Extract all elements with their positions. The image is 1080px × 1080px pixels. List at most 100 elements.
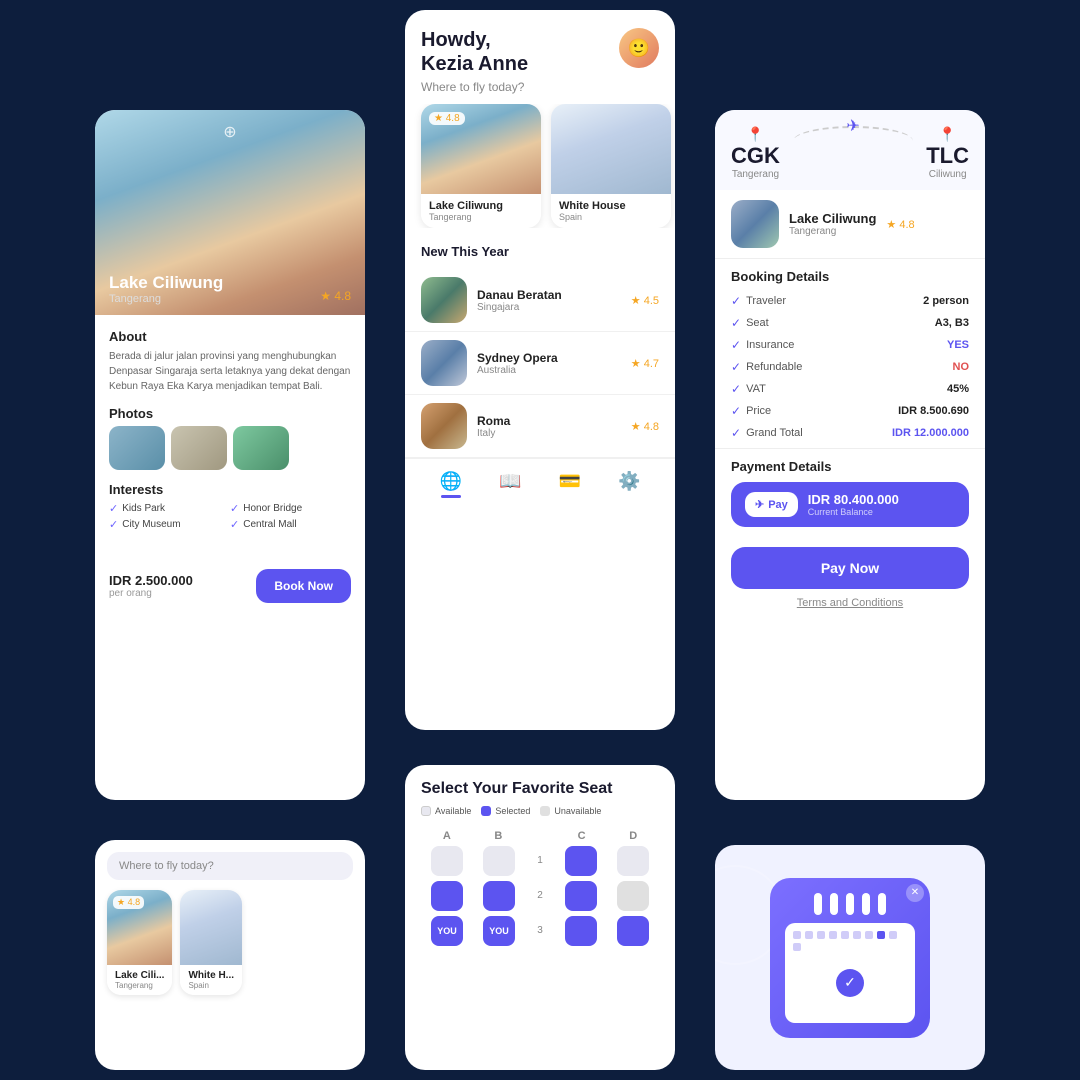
close-icon[interactable]: ✕ <box>906 884 924 902</box>
dest-card-venice[interactable]: Lake Ciliwung Tangerang ★ 4.8 <box>421 104 541 228</box>
nav-card-icon[interactable]: 💳 <box>559 471 581 498</box>
booking-dest-img <box>731 200 779 248</box>
list-item-2[interactable]: Sydney Opera Australia ★ 4.7 <box>405 332 675 395</box>
check-icon: ✓ <box>731 382 741 396</box>
pay-now-button[interactable]: Pay Now <box>731 547 969 589</box>
pay-badge[interactable]: ✈ Pay <box>745 492 798 517</box>
detail-body: About Berada di jalur jalan provinsi yan… <box>95 315 365 559</box>
seat-select-card: Select Your Favorite Seat Available Sele… <box>405 765 675 1070</box>
list-info-2: Sydney Opera Australia <box>477 351 621 376</box>
photos-row <box>109 426 351 470</box>
seat-3a[interactable]: YOU <box>431 916 463 946</box>
seat-row-2: 2 <box>421 881 659 911</box>
cal-dot-highlight <box>877 931 885 939</box>
origin-city: Tangerang <box>731 169 780 180</box>
cal-ring-5 <box>878 893 886 915</box>
seat-1a[interactable] <box>431 846 463 876</box>
dest-info-1: Lake Ciliwung Tangerang <box>421 194 541 228</box>
pay-badge-label: Pay <box>768 499 788 511</box>
mini-search-bar[interactable]: Where to fly today? <box>107 852 353 880</box>
booking-route: 📍 CGK Tangerang ✈ 📍 TLC Ciliwung <box>715 110 985 190</box>
seat-2c[interactable] <box>565 881 597 911</box>
booking-dest-info: Lake Ciliwung Tangerang ★ 4.8 <box>715 190 985 259</box>
mini-card-white[interactable]: White H... Spain <box>180 890 242 995</box>
list-name-3: Roma <box>477 414 621 428</box>
cal-dot <box>889 931 897 939</box>
mini-loc-1: Tangerang <box>115 981 164 990</box>
nav-active-indicator <box>441 495 461 498</box>
price-value: IDR 2.500.000 <box>109 573 193 588</box>
dest-loc-1: Tangerang <box>429 212 533 222</box>
list-info-3: Roma Italy <box>477 414 621 439</box>
col-d: D <box>616 830 650 842</box>
dest-city: Ciliwung <box>926 169 969 180</box>
dot-selected <box>481 806 491 816</box>
photos-label: Photos <box>109 406 351 421</box>
dest-card-white[interactable]: White House Spain <box>551 104 671 228</box>
list-item-1[interactable]: Danau Beratan Singajara ★ 4.5 <box>405 269 675 332</box>
seat-2b[interactable] <box>483 881 515 911</box>
pin-from-icon: 📍 <box>731 126 780 143</box>
seat-header: Select Your Favorite Seat Available Sele… <box>405 765 675 824</box>
col-b: B <box>481 830 515 842</box>
insurance-val: YES <box>947 339 969 351</box>
nav-globe[interactable]: 🌐 <box>440 471 462 498</box>
list-rating-1: ★ 4.5 <box>631 294 659 307</box>
price-sub: per orang <box>109 588 193 599</box>
seat-1c[interactable] <box>565 846 597 876</box>
avatar[interactable]: 🙂 <box>619 28 659 68</box>
interests-label: Interests <box>109 482 351 497</box>
thumb-opera <box>421 340 467 386</box>
seat-3b[interactable]: YOU <box>483 916 515 946</box>
cal-check-icon[interactable]: ✓ <box>836 969 864 997</box>
row-num-3: 3 <box>535 925 545 936</box>
seat-row-3: YOU YOU 3 <box>421 916 659 946</box>
seat-1b[interactable] <box>483 846 515 876</box>
seat-2d <box>617 881 649 911</box>
booking-details-label: Booking Details <box>715 259 985 290</box>
legend-unavailable: Unavailable <box>540 806 601 816</box>
pay-amount: IDR 80.400.000 <box>808 492 899 507</box>
seat-grid: A B C D 1 2 YOU YOU 3 <box>405 824 675 957</box>
nav-settings-icon[interactable]: ⚙️ <box>618 471 640 498</box>
col-a: A <box>430 830 464 842</box>
interest-1: ✓Kids Park <box>109 502 230 515</box>
booking-dest-name: Lake Ciliwung <box>789 211 876 226</box>
mini-name-2: White H... <box>188 970 234 981</box>
booking-row-seat: ✓Seat A3, B3 <box>715 312 985 334</box>
thumb-temple <box>421 277 467 323</box>
seat-1d[interactable] <box>617 846 649 876</box>
interest-3: ✓City Museum <box>109 518 230 531</box>
mini-img-white <box>180 890 242 965</box>
pin-to-icon: 📍 <box>926 126 969 143</box>
booking-row-price: ✓Price IDR 8.500.690 <box>715 400 985 422</box>
seat-3d[interactable] <box>617 916 649 946</box>
price-val: IDR 8.500.690 <box>898 405 969 417</box>
col-num <box>533 830 547 842</box>
nav-book-icon[interactable]: 📖 <box>499 471 521 498</box>
booking-card: 📍 CGK Tangerang ✈ 📍 TLC Ciliwung Lake Ci… <box>715 110 985 800</box>
check-icon: ✓ <box>230 518 239 531</box>
book-now-button[interactable]: Book Now <box>256 569 351 603</box>
seat-3c[interactable] <box>565 916 597 946</box>
globe-icon: ⊕ <box>223 122 236 142</box>
mini-loc-2: Spain <box>188 981 234 990</box>
cal-dot <box>865 931 873 939</box>
new-this-year-label: New This Year <box>405 244 675 259</box>
col-c: C <box>565 830 599 842</box>
list-loc-1: Singajara <box>477 302 621 313</box>
list-item-3[interactable]: Roma Italy ★ 4.8 <box>405 395 675 458</box>
plane-icon: ✈ <box>846 116 859 136</box>
about-label: About <box>109 329 351 344</box>
route-line: 📍 CGK Tangerang ✈ 📍 TLC Ciliwung <box>731 126 969 180</box>
cal-dot <box>841 931 849 939</box>
booking-dest-text: Lake Ciliwung Tangerang <box>789 211 876 237</box>
pay-row: ✈ Pay IDR 80.400.000 Current Balance <box>731 482 969 527</box>
list-rating-3: ★ 4.8 <box>631 420 659 433</box>
seat-2a[interactable] <box>431 881 463 911</box>
mini-card-venice[interactable]: Lake Cili... Tangerang ★ 4.8 <box>107 890 172 995</box>
booking-row-insurance: ✓Insurance YES <box>715 334 985 356</box>
bottom-nav: 🌐 📖 💳 ⚙️ <box>405 458 675 506</box>
plane-small-icon: ✈ <box>755 498 764 511</box>
terms-link[interactable]: Terms and Conditions <box>715 589 985 617</box>
